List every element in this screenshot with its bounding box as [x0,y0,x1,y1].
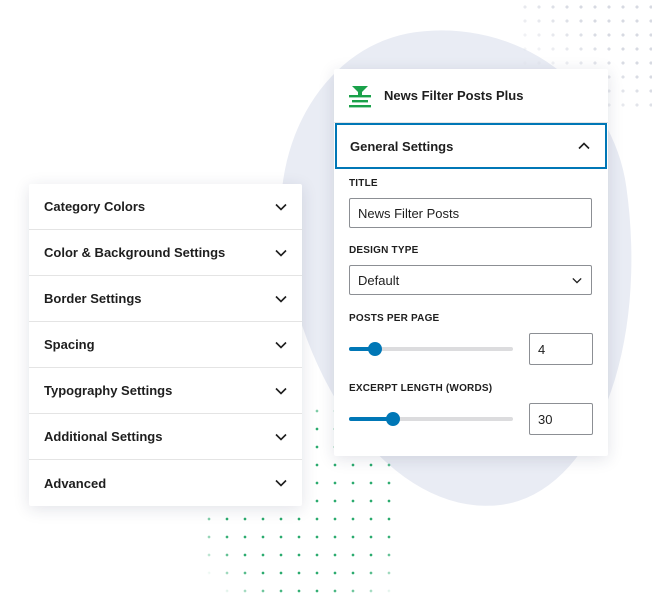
plugin-settings-panel: News Filter Posts Plus General Settings … [334,69,608,456]
chevron-down-icon [275,201,287,213]
excerpt-length-control: 30 [349,403,593,435]
plugin-title: News Filter Posts Plus [384,88,524,103]
design-type-label: DESIGN TYPE [349,245,419,256]
chevron-down-icon [275,477,287,489]
accordion-spacing[interactable]: Spacing [29,322,302,368]
title-input[interactable]: News Filter Posts [349,198,592,228]
posts-per-page-control: 4 [349,333,593,365]
accordion-label: Category Colors [44,199,146,214]
excerpt-length-input[interactable]: 30 [529,403,593,435]
design-type-select[interactable]: Default [349,265,592,295]
posts-per-page-slider[interactable] [349,342,513,356]
accordion-category-colors[interactable]: Category Colors [29,184,302,230]
excerpt-length-label: EXCERPT LENGTH (WORDS) [349,383,493,394]
chevron-down-icon [275,247,287,259]
accordion-border-settings[interactable]: Border Settings [29,276,302,322]
design-type-value: Default [358,272,400,288]
accordion-typography-settings[interactable]: Typography Settings [29,368,302,414]
general-settings-heading: General Settings [350,138,454,154]
chevron-down-icon [275,385,287,397]
excerpt-length-slider[interactable] [349,412,513,426]
accordion-label: Border Settings [44,291,142,306]
plugin-header: News Filter Posts Plus [334,69,608,123]
slider-handle[interactable] [368,342,383,356]
chevron-up-icon [578,140,590,152]
general-settings-body: TITLE News Filter Posts DESIGN TYPE Defa… [334,178,608,435]
chevron-down-icon [275,431,287,443]
filter-funnel-icon [348,84,372,108]
title-label: TITLE [349,178,378,189]
accordion-additional-settings[interactable]: Additional Settings [29,414,302,460]
accordion-label: Advanced [44,475,107,491]
accordion-label: Color & Background Settings [44,245,226,260]
accordion-advanced[interactable]: Advanced [29,460,302,506]
posts-per-page-label: POSTS PER PAGE [349,313,440,324]
chevron-down-icon [275,339,287,351]
slider-handle[interactable] [386,412,401,426]
settings-accordion-panel: Category Colors Color & Background Setti… [29,184,302,506]
general-settings-toggle[interactable]: General Settings [335,123,607,169]
chevron-down-icon [275,293,287,305]
accordion-label: Spacing [44,337,95,352]
accordion-label: Typography Settings [44,383,173,398]
accordion-label: Additional Settings [44,429,163,444]
accordion-color-background-settings[interactable]: Color & Background Settings [29,230,302,276]
posts-per-page-input[interactable]: 4 [529,333,593,365]
chevron-down-icon [571,274,583,286]
